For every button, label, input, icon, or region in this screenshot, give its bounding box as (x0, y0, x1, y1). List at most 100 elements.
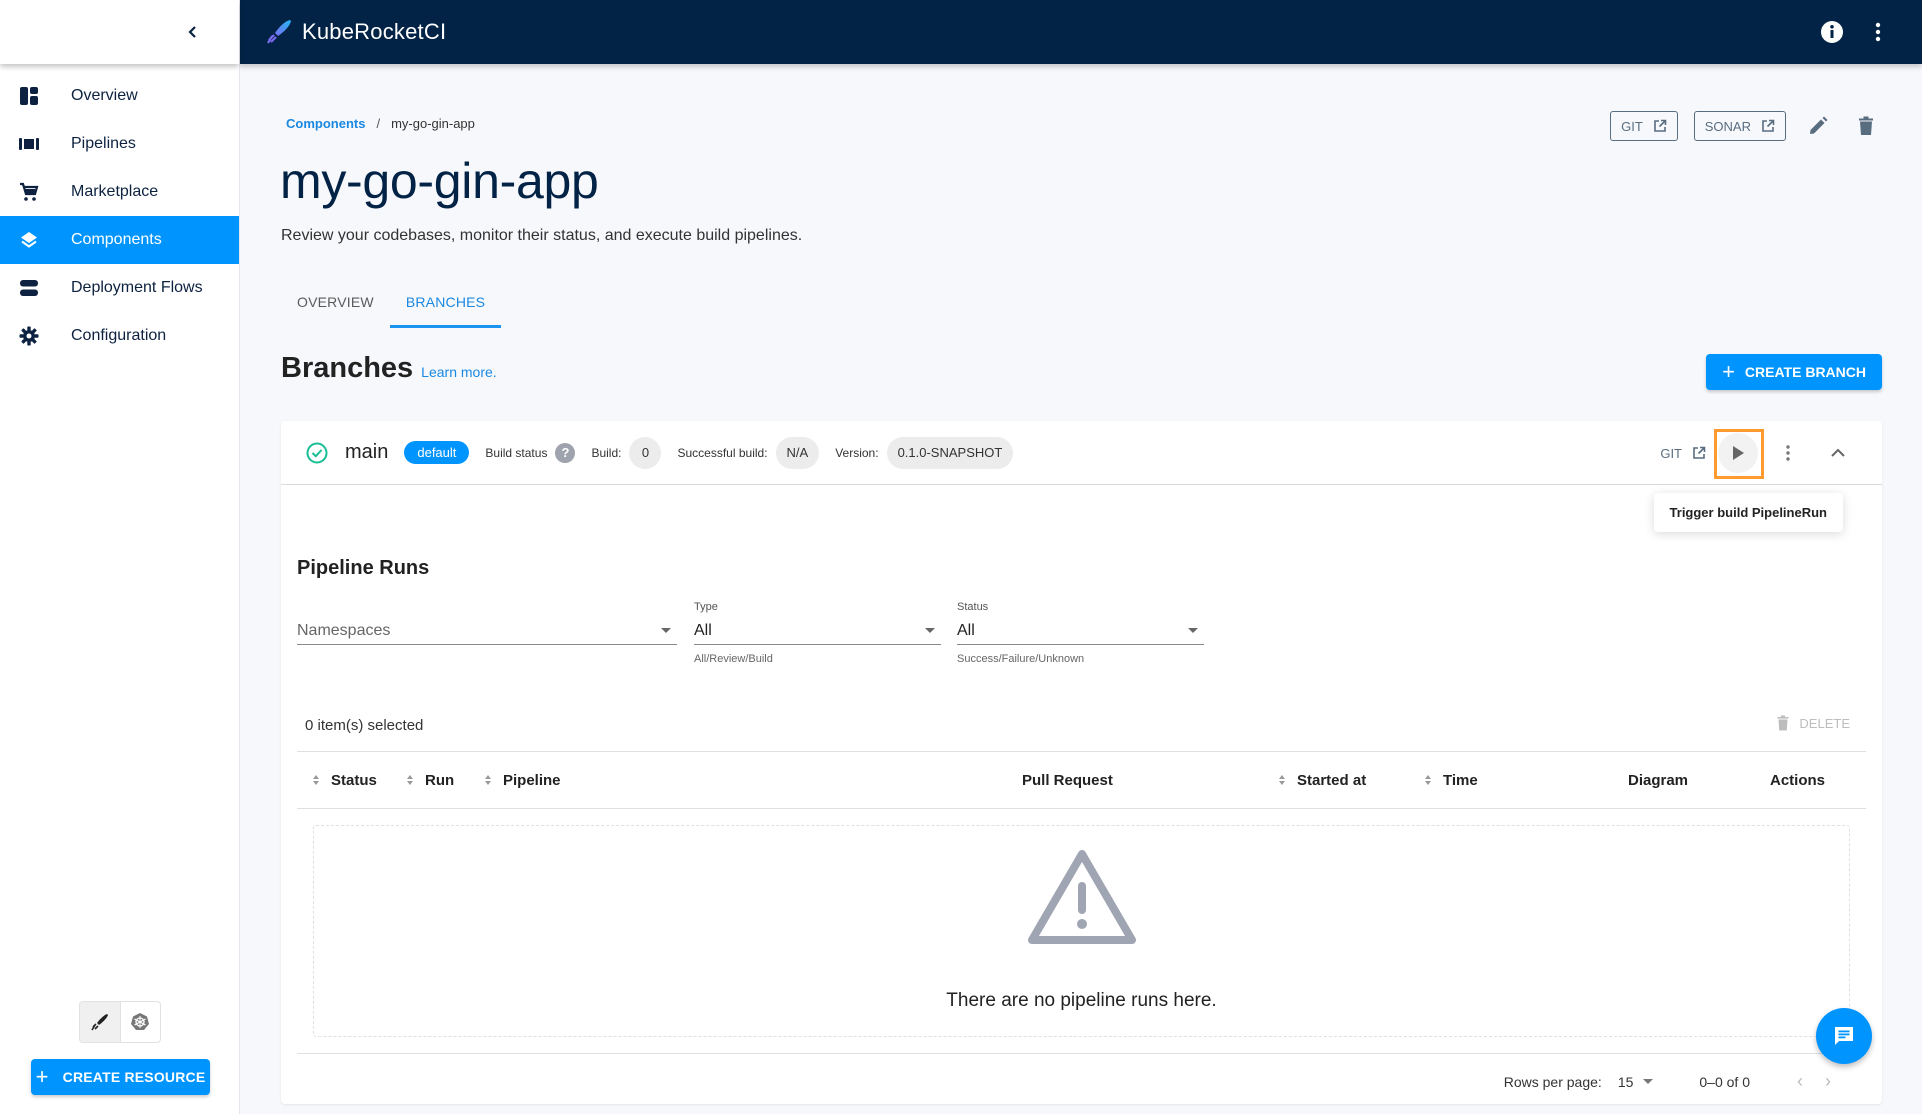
default-badge: default (404, 441, 470, 464)
krci-mode-button[interactable] (80, 1002, 121, 1042)
namespaces-select[interactable]: Namespaces (297, 617, 677, 645)
empty-state-text: There are no pipeline runs here. (946, 990, 1217, 1011)
column-pipeline[interactable]: Pipeline (485, 752, 561, 808)
chevron-up-icon (1831, 448, 1845, 457)
feedback-chat-button[interactable] (1816, 1008, 1872, 1064)
prev-page-button[interactable]: ‹ (1786, 1071, 1814, 1092)
status-helper: Success/Failure/Unknown (957, 653, 1085, 665)
kubernetes-icon (131, 1013, 150, 1030)
column-diagram: Diagram (1628, 771, 1689, 789)
kubernetes-mode-button[interactable] (121, 1002, 161, 1042)
learn-more-link[interactable]: Learn more. (421, 364, 496, 380)
successful-build-label: Successful build: (677, 445, 768, 460)
column-status[interactable]: Status (313, 752, 377, 808)
status-select[interactable]: All (957, 617, 1204, 645)
status-value: All (957, 621, 975, 639)
gear-icon (18, 325, 40, 347)
external-link-icon (1692, 446, 1706, 460)
rows-per-page-value: 15 (1617, 1073, 1634, 1090)
branch-card-header[interactable]: main default Build status ? Build: 0 Suc… (281, 421, 1882, 532)
more-vertical-icon (1875, 22, 1881, 42)
pipelines-icon (18, 133, 40, 155)
sidebar-item-configuration[interactable]: Configuration (0, 312, 239, 360)
page-actions: GIT SONAR (1594, 110, 1882, 142)
layers-icon (18, 229, 40, 251)
delete-component-button[interactable] (1850, 110, 1882, 142)
git-link-button[interactable]: GIT (1610, 111, 1678, 141)
create-branch-button[interactable]: + CREATE BRANCH (1706, 354, 1882, 390)
branch-actions: GIT (1660, 421, 1858, 485)
trigger-build-button[interactable] (1714, 429, 1764, 479)
build-number-chip: 0 (629, 436, 662, 469)
info-button[interactable] (1818, 18, 1846, 46)
sidebar-top (0, 0, 239, 64)
build-label: Build: (591, 445, 622, 460)
sidebar-item-marketplace[interactable]: Marketplace (0, 168, 239, 216)
flows-icon (18, 277, 40, 299)
rows-per-page-label: Rows per page: (1503, 1073, 1602, 1090)
selected-count: 0 item(s) selected (305, 717, 424, 734)
namespaces-filter: Namespaces (297, 601, 677, 665)
page-title: my-go-gin-app (280, 153, 599, 209)
trigger-build-tooltip: Trigger build PipelineRun (1653, 493, 1843, 532)
successful-build-chip: N/A (775, 436, 820, 469)
delete-runs-button[interactable]: DELETE (1777, 715, 1850, 731)
info-icon (1821, 21, 1843, 43)
external-link-icon (1653, 119, 1667, 133)
sidebar-item-pipelines[interactable]: Pipelines (0, 120, 239, 168)
breadcrumb-components-link[interactable]: Components (286, 116, 365, 131)
sidebar-item-deployment-flows[interactable]: Deployment Flows (0, 264, 239, 312)
tab-branches[interactable]: BRANCHES (389, 278, 502, 328)
sidebar-bottom: + CREATE RESOURCE (0, 974, 239, 1114)
sort-icon (485, 775, 491, 785)
create-resource-button[interactable]: + CREATE RESOURCE (31, 1059, 210, 1095)
collapse-sidebar-button[interactable] (181, 20, 205, 44)
plus-icon: + (35, 1064, 49, 1089)
status-filter: Status All Success/Failure/Unknown (957, 601, 1204, 665)
sidebar-item-label: Overview (71, 87, 138, 104)
next-page-button[interactable]: › (1814, 1071, 1842, 1092)
column-run[interactable]: Run (407, 752, 454, 808)
branch-card: main default Build status ? Build: 0 Suc… (281, 421, 1882, 1104)
branch-git-link[interactable]: GIT (1660, 446, 1706, 461)
version-label: Version: (835, 445, 879, 460)
sidebar-item-label: Deployment Flows (71, 279, 203, 296)
type-select[interactable]: All (694, 617, 941, 645)
git-label: GIT (1621, 118, 1643, 134)
trash-icon (1859, 116, 1873, 135)
sidebar-item-overview[interactable]: Overview (0, 72, 239, 120)
tab-overview[interactable]: OVERVIEW (281, 278, 390, 326)
type-value: All (694, 621, 712, 639)
branch-more-button[interactable] (1768, 433, 1808, 473)
create-branch-label: CREATE BRANCH (1744, 364, 1866, 380)
dropdown-caret-icon (1188, 628, 1198, 633)
rows-per-page-select[interactable]: 15 (1618, 1074, 1660, 1090)
rocket-logo-icon (267, 20, 291, 44)
app-logo[interactable]: KubeRocketCI (264, 17, 446, 47)
chat-icon (1835, 1027, 1853, 1045)
dropdown-caret-icon (925, 628, 935, 633)
empty-state: There are no pipeline runs here. (313, 825, 1850, 1037)
more-vertical-icon (1786, 445, 1790, 461)
sidebar-item-label: Components (71, 231, 162, 248)
column-time[interactable]: Time (1425, 752, 1478, 808)
edit-button[interactable] (1802, 110, 1834, 142)
pencil-icon (1810, 116, 1828, 134)
breadcrumb-separator: / (376, 116, 381, 131)
sort-icon (1425, 775, 1431, 785)
pagination-range: 0–0 of 0 (1699, 1073, 1750, 1090)
collapse-branch-button[interactable] (1818, 433, 1858, 473)
version-chip: 0.1.0-SNAPSHOT (886, 436, 1014, 469)
namespaces-placeholder: Namespaces (297, 621, 391, 639)
column-started-at[interactable]: Started at (1279, 752, 1366, 808)
sonar-label: SONAR (1704, 118, 1751, 134)
sonar-link-button[interactable]: SONAR (1693, 111, 1786, 141)
chevron-left-icon (188, 26, 196, 38)
cart-icon (18, 181, 40, 203)
sidebar-nav: Overview Pipelines Marketplace Component… (0, 72, 239, 360)
more-menu-button[interactable] (1864, 18, 1892, 46)
breadcrumb-current: my-go-gin-app (391, 116, 475, 131)
dropdown-caret-icon (1643, 1079, 1654, 1084)
sidebar-item-components[interactable]: Components (0, 216, 239, 264)
status-label: Status (957, 601, 989, 613)
